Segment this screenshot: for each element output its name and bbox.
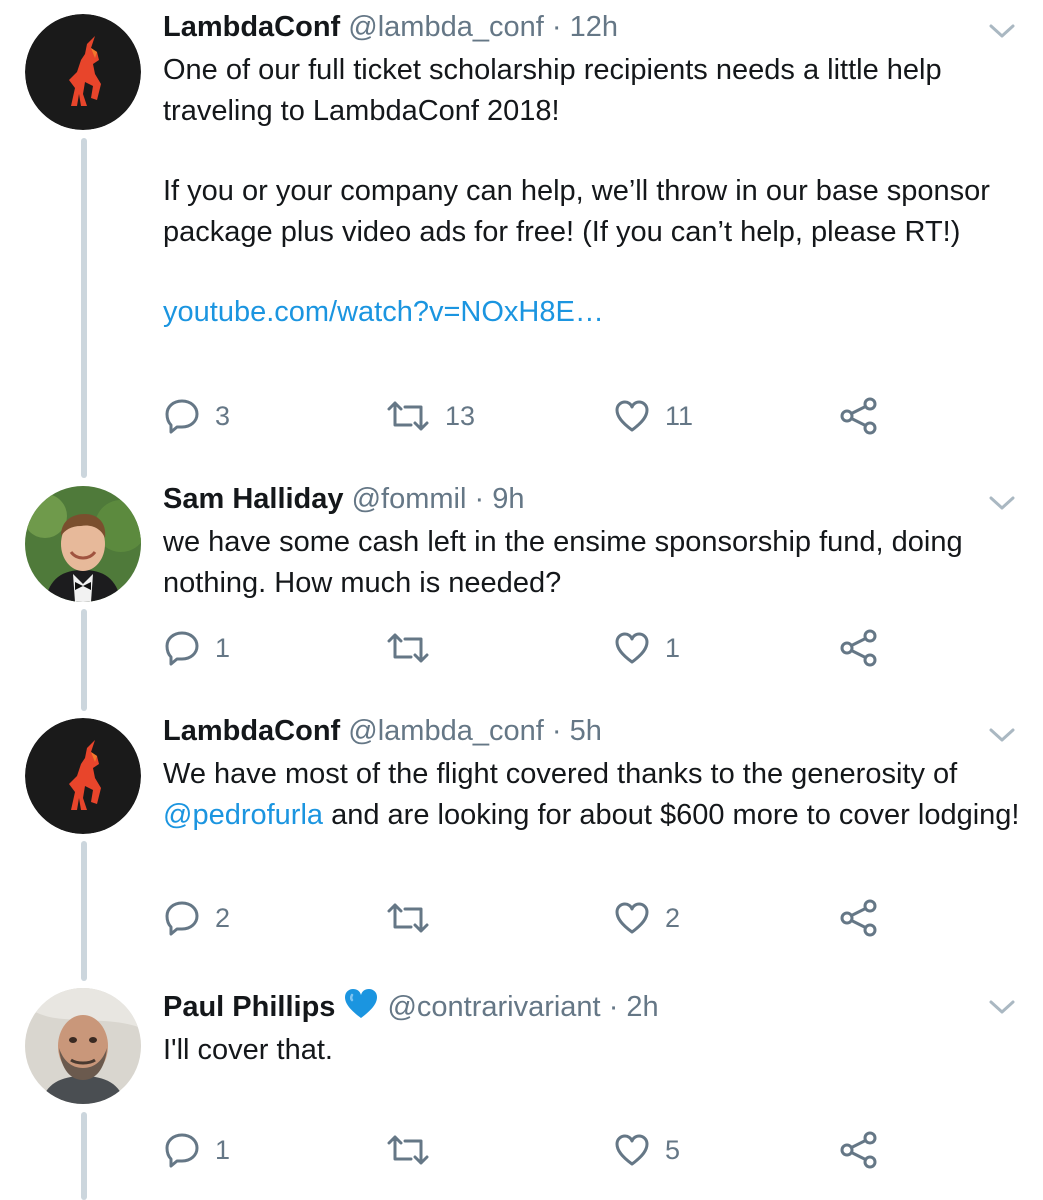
like-button[interactable]: 1	[613, 628, 680, 668]
unicorn-logo-icon	[25, 14, 141, 130]
reply-icon	[165, 1133, 199, 1168]
like-count: 2	[665, 902, 681, 933]
author-handle[interactable]: @fommil	[352, 483, 467, 515]
author-handle[interactable]: @lambda_conf	[348, 11, 544, 43]
retweet-button[interactable]	[385, 898, 431, 938]
retweet-icon	[387, 903, 429, 933]
mention-link[interactable]: @pedrofurla	[163, 799, 323, 831]
heart-icon	[615, 1134, 649, 1166]
like-count: 11	[665, 400, 694, 431]
heart-icon	[615, 400, 649, 432]
retweet-icon	[387, 1135, 429, 1165]
thread-line	[81, 1112, 87, 1200]
reply-icon	[165, 631, 199, 666]
share-button[interactable]	[839, 1130, 879, 1170]
like-button[interactable]: 5	[613, 1130, 680, 1170]
reply-icon	[165, 399, 199, 434]
retweet-icon	[387, 633, 429, 663]
heart-icon	[615, 632, 649, 664]
author-name[interactable]: LambdaConf	[163, 11, 340, 43]
thread-line	[81, 138, 87, 478]
separator-dot: ·	[474, 483, 485, 515]
share-icon	[840, 397, 877, 435]
avatar[interactable]	[25, 718, 141, 834]
chevron-down-icon[interactable]	[987, 998, 1017, 1016]
tweet-header: Sam Halliday @fommil · 9h	[163, 482, 1023, 516]
share-icon	[840, 1131, 877, 1169]
blue-heart-icon	[345, 989, 378, 1018]
tweet-text-start: We have most of the flight covered thank…	[163, 758, 958, 790]
reply-count: 2	[215, 902, 231, 933]
reply-count: 1	[215, 1134, 231, 1165]
share-button[interactable]	[839, 898, 879, 938]
reply-icon	[165, 901, 199, 936]
avatar[interactable]	[25, 486, 141, 602]
separator-dot: ·	[551, 11, 562, 43]
separator-dot: ·	[608, 991, 619, 1023]
tweet-header: Paul Phillips @contrarivariant · 2h	[163, 988, 1023, 1024]
retweet-button[interactable]	[385, 1130, 431, 1170]
tweet-paragraph: One of our full ticket scholarship recip…	[163, 54, 942, 127]
avatar[interactable]	[25, 988, 141, 1104]
reply-count: 3	[215, 400, 231, 431]
tweet-text: we have some cash left in the ensime spo…	[163, 526, 963, 599]
timestamp[interactable]: 2h	[626, 991, 658, 1023]
retweet-button[interactable]	[385, 628, 431, 668]
retweet-button[interactable]: 13	[385, 396, 475, 436]
tweet-link[interactable]: youtube.com/watch?v=NOxH8E…	[163, 292, 1023, 333]
share-icon	[840, 899, 877, 937]
tweet-paragraph: If you or your company can help, we’ll t…	[163, 175, 990, 248]
unicorn-logo-icon	[25, 718, 141, 834]
author-name[interactable]: LambdaConf	[163, 715, 340, 747]
author-name[interactable]: Paul Phillips	[163, 991, 335, 1023]
like-button[interactable]: 2	[613, 898, 680, 938]
reply-button[interactable]: 1	[163, 628, 230, 668]
like-count: 5	[665, 1134, 681, 1165]
retweet-icon	[387, 401, 429, 431]
tweet-text: One of our full ticket scholarship recip…	[163, 50, 1023, 333]
tweet-text-end: and are looking for about $600 more to c…	[323, 798, 1020, 831]
share-icon	[840, 629, 877, 667]
retweet-count: 13	[445, 400, 476, 431]
like-button[interactable]: 11	[613, 396, 693, 436]
timestamp[interactable]: 9h	[492, 483, 524, 515]
author-handle[interactable]: @lambda_conf	[348, 715, 544, 747]
heart-icon	[615, 902, 649, 934]
thread-line	[81, 609, 87, 711]
like-count: 1	[665, 632, 681, 663]
tweet-text: We have most of the flight covered thank…	[163, 754, 1023, 835]
chevron-down-icon[interactable]	[987, 726, 1017, 744]
thread-line	[81, 841, 87, 981]
reply-button[interactable]: 2	[163, 898, 230, 938]
profile-photo-icon	[25, 988, 141, 1104]
tweet-text: I'll cover that.	[163, 1034, 333, 1066]
separator-dot: ·	[551, 715, 562, 747]
share-button[interactable]	[839, 396, 879, 436]
avatar[interactable]	[25, 14, 141, 130]
author-name[interactable]: Sam Halliday	[163, 483, 344, 515]
profile-photo-icon	[25, 486, 141, 602]
timestamp[interactable]: 12h	[570, 11, 618, 43]
reply-button[interactable]: 1	[163, 1130, 230, 1170]
chevron-down-icon[interactable]	[987, 494, 1017, 512]
reply-button[interactable]: 3	[163, 396, 230, 436]
timestamp[interactable]: 5h	[570, 715, 602, 747]
reply-count: 1	[215, 632, 231, 663]
author-handle[interactable]: @contrarivariant	[387, 991, 600, 1023]
tweet-header: LambdaConf @lambda_conf · 12h	[163, 10, 1023, 44]
chevron-down-icon[interactable]	[987, 22, 1017, 40]
tweet-header: LambdaConf @lambda_conf · 5h	[163, 714, 1023, 748]
share-button[interactable]	[839, 628, 879, 668]
